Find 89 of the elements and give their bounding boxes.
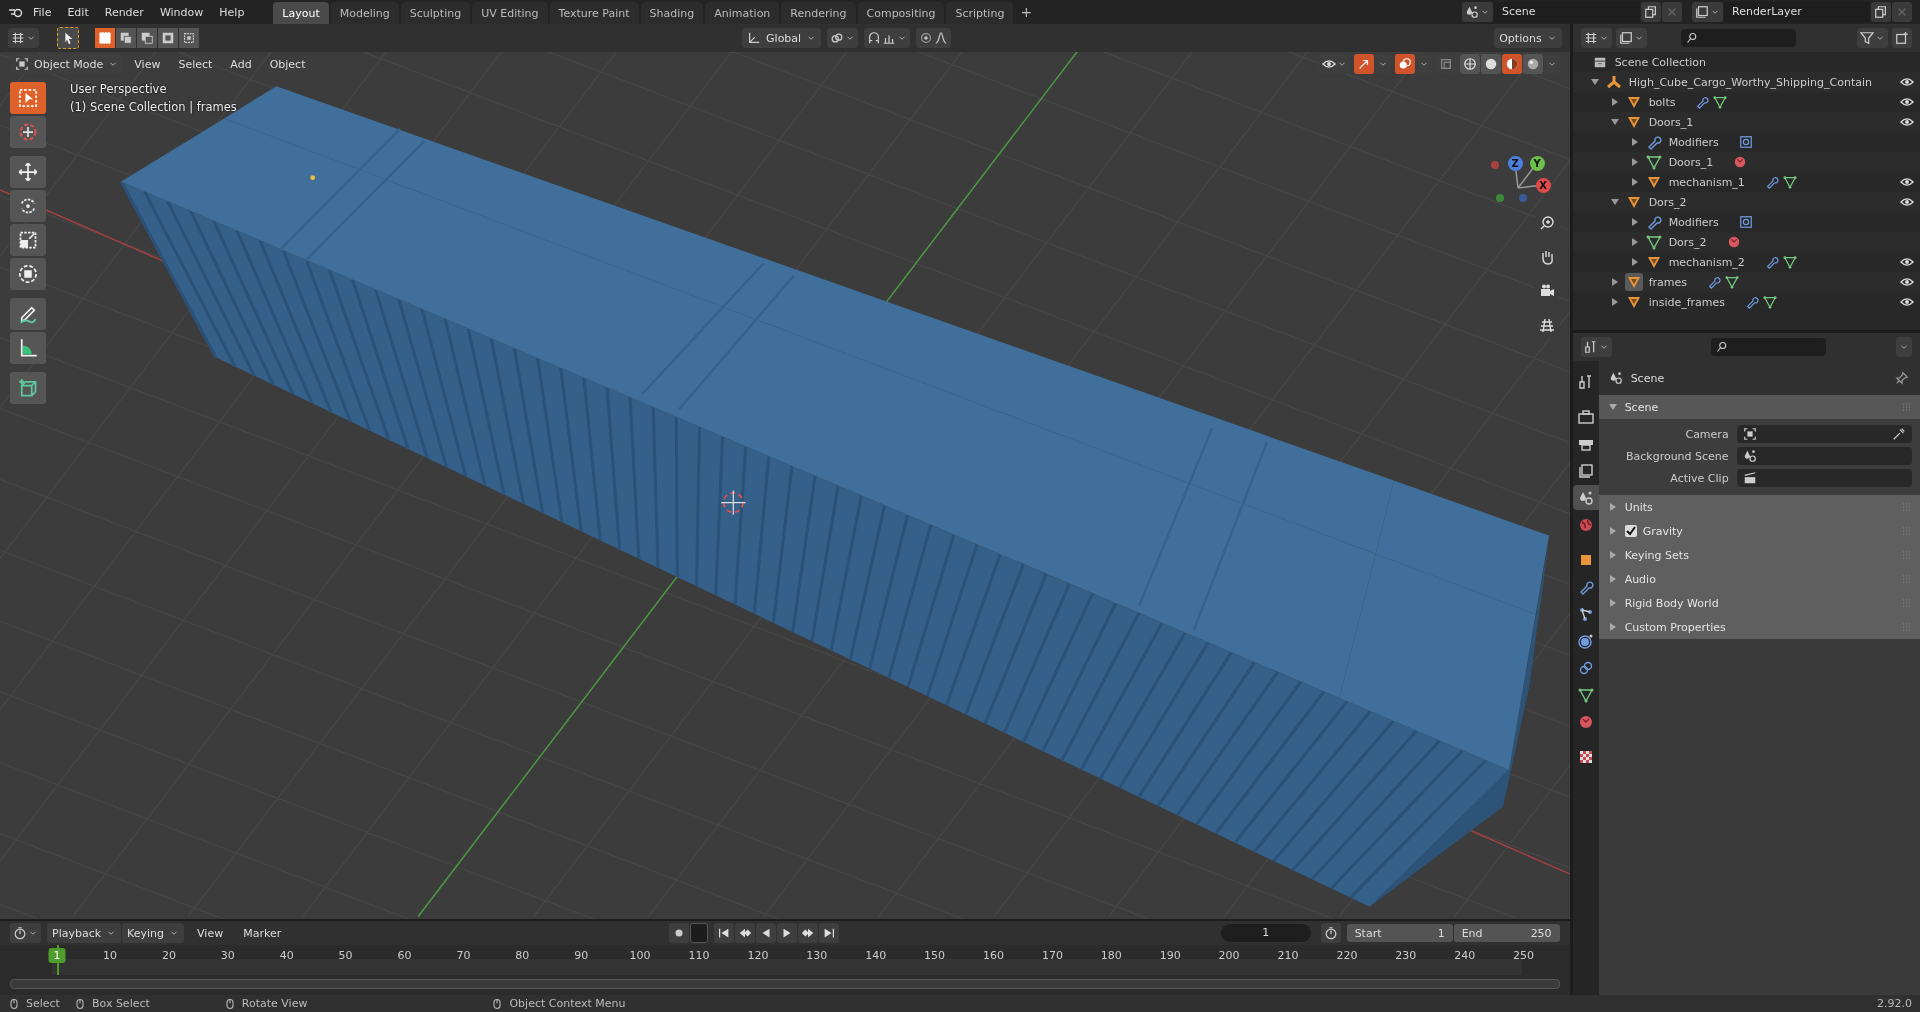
outliner-item[interactable]: Modifiers xyxy=(1666,135,1721,149)
workspace-tab[interactable]: UV Editing xyxy=(472,2,548,24)
frame-number: 60 xyxy=(397,949,412,962)
outliner-item[interactable]: Doors_1 xyxy=(1646,115,1696,129)
menu-item[interactable]: Marker xyxy=(236,924,289,942)
frame-number: 20 xyxy=(161,949,176,962)
menu-dropdown[interactable]: Playback xyxy=(47,923,122,943)
outliner-item[interactable]: mechanism_1 xyxy=(1666,175,1747,189)
menu-item[interactable]: Render xyxy=(97,3,151,21)
workspace-tab[interactable]: Layout xyxy=(273,2,329,24)
shortcut-hint: Box Select xyxy=(91,997,150,1010)
frame-number: 70 xyxy=(456,949,471,962)
collection-name[interactable]: Scene Collection xyxy=(1612,55,1709,69)
options-dropdown[interactable]: Options xyxy=(1494,28,1562,48)
panel-title[interactable]: Rigid Body World xyxy=(1624,596,1719,610)
frame-number: 40 xyxy=(279,949,294,962)
frame-number: 120 xyxy=(747,949,769,962)
outliner-item[interactable]: bolts xyxy=(1646,95,1678,109)
frame-number: 250 xyxy=(1513,949,1535,962)
outliner-item[interactable]: inside_frames xyxy=(1646,295,1728,309)
menu-item[interactable]: View xyxy=(127,55,168,73)
workspace-tab[interactable]: Compositing xyxy=(857,2,945,24)
menu-item[interactable]: Help xyxy=(212,3,252,21)
add-workspace-button[interactable]: + xyxy=(1015,4,1038,20)
frame-number: 230 xyxy=(1395,949,1417,962)
frame-number: 110 xyxy=(688,949,710,962)
workspace-tab[interactable]: Rendering xyxy=(781,2,856,24)
panel-title[interactable]: Gravity xyxy=(1642,524,1683,538)
menu-item[interactable]: Object xyxy=(262,55,313,73)
axis-handle[interactable]: Z xyxy=(1507,156,1523,171)
field-label: Background Scene xyxy=(1624,449,1729,463)
panel-title[interactable]: Scene xyxy=(1624,400,1659,414)
workspace-tab[interactable]: Modeling xyxy=(330,2,399,24)
frame-number: 100 xyxy=(629,949,651,962)
panel-title[interactable]: Audio xyxy=(1624,572,1656,586)
menu-dropdown[interactable]: Keying xyxy=(122,923,185,943)
frame-number: 210 xyxy=(1277,949,1299,962)
menu-item[interactable]: View xyxy=(190,924,231,942)
menu-item[interactable]: Add xyxy=(223,55,259,73)
end-frame-field[interactable]: End 250 xyxy=(1453,924,1560,942)
field-label: Camera xyxy=(1684,427,1729,441)
panel-title[interactable]: Units xyxy=(1624,500,1653,514)
frame-number: 160 xyxy=(983,949,1004,962)
workspace-tab[interactable]: Shading xyxy=(640,2,704,24)
menu-item[interactable]: File xyxy=(26,3,59,21)
frame-number: 170 xyxy=(1041,949,1063,962)
outliner-item[interactable]: Dors_2 xyxy=(1666,235,1709,249)
frame-number: 10 xyxy=(103,949,117,962)
view-name: User Perspective xyxy=(70,82,168,96)
frame-number: 50 xyxy=(338,949,353,962)
outliner-item[interactable]: Modifiers xyxy=(1666,215,1721,229)
start-frame-field[interactable]: Start 1 xyxy=(1346,924,1453,942)
frame-number: 190 xyxy=(1159,949,1181,962)
frame-number: 200 xyxy=(1218,949,1240,962)
axis-handle[interactable]: X xyxy=(1535,178,1551,193)
view-layer-name-field[interactable]: RenderLayer xyxy=(1724,2,1870,22)
view-context: (1) Scene Collection | frames xyxy=(70,100,237,114)
outliner-item[interactable]: Dors_2 xyxy=(1646,195,1689,209)
shortcut-hint: Object Context Menu xyxy=(509,997,626,1010)
workspace-tab[interactable]: Texture Paint xyxy=(549,2,639,24)
menu-item[interactable]: Edit xyxy=(60,3,96,21)
workspace-tab[interactable]: Sculpting xyxy=(400,2,471,24)
frame-number: 90 xyxy=(574,949,589,962)
frame-number: 220 xyxy=(1336,949,1358,962)
version-label: 2.92.0 xyxy=(1877,997,1912,1010)
menu-item[interactable]: Window xyxy=(152,3,211,21)
field-label: Active Clip xyxy=(1669,471,1729,485)
frame-number: 140 xyxy=(865,949,887,962)
current-frame-field[interactable]: 1 xyxy=(1220,924,1311,942)
outliner-item[interactable]: mechanism_2 xyxy=(1666,255,1747,269)
panel-title[interactable]: Custom Properties xyxy=(1624,620,1726,634)
menu-item[interactable]: Select xyxy=(171,55,220,73)
workspace-tab[interactable]: Animation xyxy=(705,2,780,24)
outliner-item[interactable]: Doors_1 xyxy=(1666,155,1716,169)
shortcut-hint: Select xyxy=(26,997,60,1010)
outliner-item[interactable]: frames xyxy=(1646,275,1689,289)
shortcut-hint: Rotate View xyxy=(241,997,308,1010)
scene-name-field[interactable]: Scene xyxy=(1494,2,1640,22)
panel-title[interactable]: Keying Sets xyxy=(1624,548,1689,562)
context-label: Scene xyxy=(1630,371,1665,385)
workspace-tab[interactable]: Scripting xyxy=(946,2,1014,24)
frame-number: 180 xyxy=(1100,949,1122,962)
orientation-dropdown[interactable]: Global xyxy=(742,28,822,48)
frame-number: 150 xyxy=(924,949,946,962)
frame-number: 130 xyxy=(806,949,828,962)
frame-number: 240 xyxy=(1454,949,1476,962)
axis-handle[interactable]: Y xyxy=(1529,156,1545,171)
frame-number: 30 xyxy=(220,949,235,962)
frame-number: 80 xyxy=(515,949,530,962)
